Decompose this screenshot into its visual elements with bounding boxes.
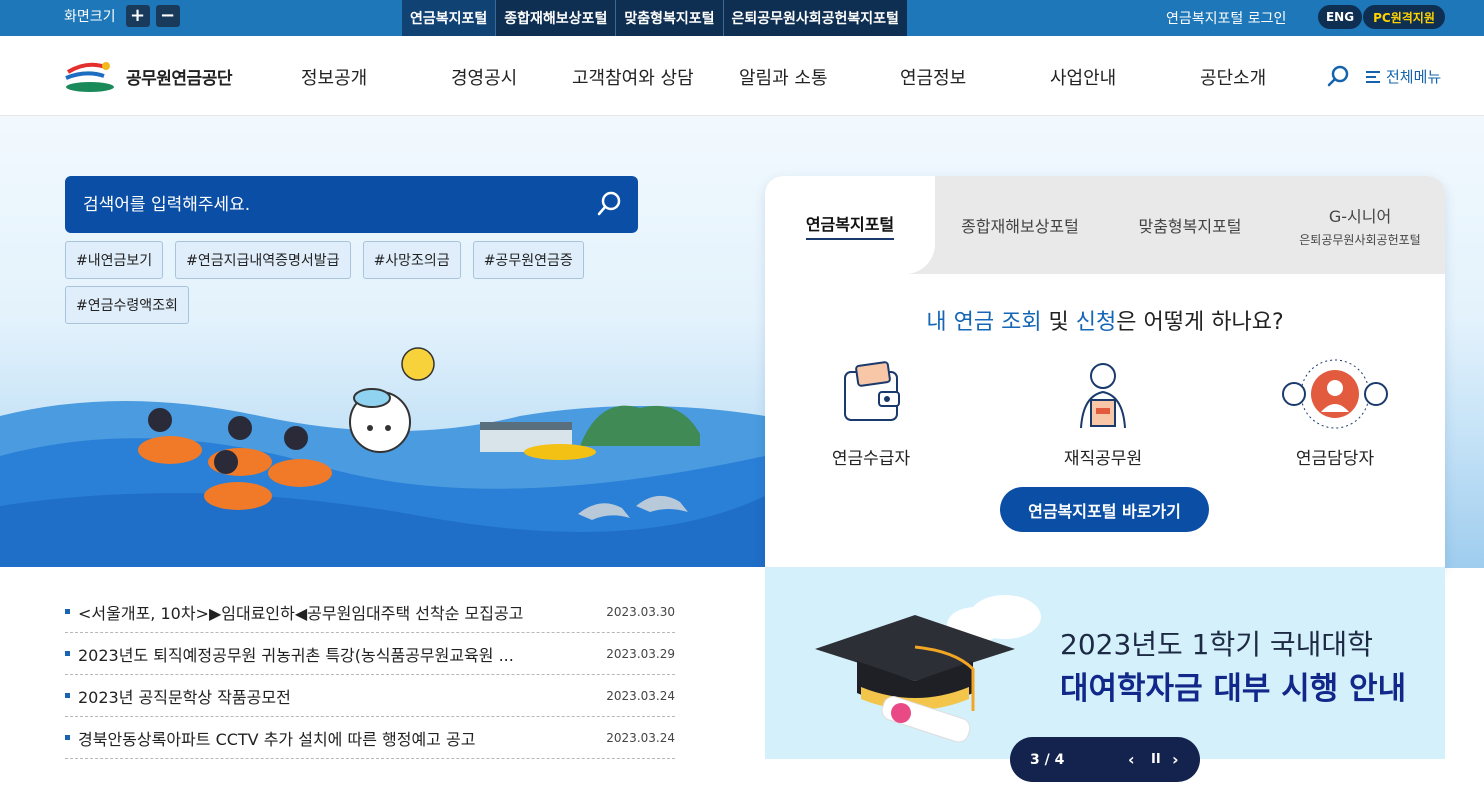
logo-text: 공무원연금공단 [126,68,232,89]
font-size-control: 화면크기 + − [64,5,180,27]
logo[interactable]: 공무원연금공단 [64,58,232,94]
hashtag-condolence[interactable]: #사망조의금 [362,241,461,279]
hashtag-list: #내연금보기 #연금지급내역증명서발급 #사망조의금 #공무원연금증 #연금수령… [65,241,625,324]
pause-icon[interactable]: II [1151,752,1161,767]
main-header: 공무원연금공단 정보공개 경영공시 고객참여와 상담 알림과 소통 연금정보 사… [0,36,1484,116]
search-icon[interactable] [1326,64,1350,88]
hashtag-my-pension[interactable]: #내연금보기 [65,241,164,279]
news-item[interactable]: 경북안동상록아파트 CCTV 추가 설치에 따른 행정예고 공고 2023.03… [65,717,675,759]
english-button[interactable]: ENG [1318,5,1362,29]
bullet-icon [65,693,70,698]
link-pension-manager[interactable]: 연금담당자 [1255,356,1415,469]
search-icon[interactable] [595,190,623,218]
hashtag-pension-card[interactable]: #공무원연금증 [472,241,584,279]
icon-label: 연금담당자 [1295,449,1375,469]
portal-link-retired-social[interactable]: 은퇴공무원사회공헌복지포털 [724,0,907,36]
go-pension-portal-button[interactable]: 연금복지포털 바로가기 [1000,487,1209,532]
tab-label: 연금복지포털 [805,211,895,240]
icon-label: 재직공무원 [1063,449,1143,469]
all-menu-button[interactable]: 전체메뉴 [1366,66,1441,87]
question-highlight: 내 연금 조회 [926,310,1042,335]
portal-card: 연금복지포털 종합재해보상포털 맞춤형복지포털 G-시니어 은퇴공무원사회공헌포… [765,176,1445,568]
news-date: 2023.03.29 [606,646,675,661]
banner-pager: 3 / 4 ‹ II › [1010,737,1200,782]
question-text: 은 어떻게 하나요? [1116,310,1284,335]
prev-icon[interactable]: ‹ [1128,750,1135,769]
news-title: 2023년도 퇴직예정공무원 귀농귀촌 특강(농식품공무원교육원 ... [78,645,514,665]
news-list: <서울개포, 10차>▶임대료인하◀공무원임대주택 선착순 모집공고 2023.… [0,567,765,785]
hashtag-payment-certificate[interactable]: #연금지급내역증명서발급 [175,241,351,279]
all-menu-label: 전체메뉴 [1386,68,1442,86]
news-item[interactable]: <서울개포, 10차>▶임대료인하◀공무원임대주택 선착순 모집공고 2023.… [65,591,675,633]
font-size-increase-button[interactable]: + [125,5,150,27]
logo-icon [65,62,114,92]
promo-banner[interactable]: 2023년도 1학기 국내대학 대여학자금 대부 시행 안내 [765,567,1445,759]
bullet-icon [65,651,70,656]
bullet-icon [65,609,70,614]
portal-login-link[interactable]: 연금복지포털 로그인 [1166,8,1286,28]
graduation-cap-icon [815,595,1041,743]
news-title: <서울개포, 10차>▶임대료인하◀공무원임대주택 선착순 모집공고 [78,603,524,623]
official-person-icon [1080,363,1126,429]
tab-custom-welfare[interactable]: 맞춤형복지포털 [1105,176,1275,274]
portal-tabs: 연금복지포털 종합재해보상포털 맞춤형복지포털 G-시니어 은퇴공무원사회공헌포… [765,176,1445,274]
menu-news[interactable]: 알림과 소통 [739,64,828,90]
menu-icon [1366,70,1380,83]
menu-customer[interactable]: 고객참여와 상담 [572,64,694,90]
tab-disaster-compensation[interactable]: 종합재해보상포털 [935,176,1105,274]
portal-link-pension-welfare[interactable]: 연금복지포털 [402,0,497,36]
icon-label: 연금수급자 [831,449,911,469]
bullet-icon [65,735,70,740]
portal-link-custom-welfare[interactable]: 맞춤형복지포털 [616,0,724,36]
news-title: 2023년 공직문학상 작품공모전 [78,687,291,707]
wallet-icon [844,361,900,421]
question-highlight: 신청 [1075,310,1117,335]
menu-management-disclosure[interactable]: 경영공시 [451,64,517,90]
search-input[interactable] [83,192,563,218]
tab-label: G-시니어 [1328,206,1392,226]
portal-link-disaster-compensation[interactable]: 종합재해보상포털 [496,0,617,36]
news-item[interactable]: 2023년 공직문학상 작품공모전 2023.03.24 [65,675,675,717]
remote-support-button[interactable]: PC원격지원 [1363,5,1445,29]
menu-about[interactable]: 공단소개 [1200,64,1266,90]
tab-label: 종합재해보상포털 [961,217,1079,236]
question-text: 및 [1041,310,1076,335]
menu-info-disclosure[interactable]: 정보공개 [301,64,367,90]
manager-group-icon [1282,359,1388,429]
news-date: 2023.03.30 [606,604,675,619]
portal-links: 연금복지포털 종합재해보상포털 맞춤형복지포털 은퇴공무원사회공헌복지포털 [402,0,907,36]
banner-line2: 대여학자금 대부 시행 안내 [1060,671,1407,707]
menu-pension-info[interactable]: 연금정보 [900,64,966,90]
link-active-official[interactable]: 재직공무원 [1023,356,1183,469]
next-icon[interactable]: › [1172,750,1179,769]
top-utility-bar: 화면크기 + − 연금복지포털 종합재해보상포털 맞춤형복지포털 은퇴공무원사회… [0,0,1484,36]
font-size-decrease-button[interactable]: − [155,5,180,27]
page-indicator: 3 / 4 [1030,751,1065,768]
font-size-label: 화면크기 [64,9,116,25]
banner-line1: 2023년도 1학기 국내대학 [1060,628,1373,661]
news-date: 2023.03.24 [606,688,675,703]
portal-question: 내 연금 조회 및 신청은 어떻게 하나요? [765,304,1445,336]
news-item[interactable]: 2023년도 퇴직예정공무원 귀농귀촌 특강(농식품공무원교육원 ... 202… [65,633,675,675]
tab-sublabel: 은퇴공무원사회공헌포털 [1299,232,1421,247]
tab-g-senior[interactable]: G-시니어 은퇴공무원사회공헌포털 [1275,176,1445,274]
menu-business[interactable]: 사업안내 [1050,64,1116,90]
tab-pension-welfare[interactable]: 연금복지포털 [765,176,935,274]
search-box [65,176,638,233]
hashtag-pension-amount[interactable]: #연금수령액조회 [65,286,189,324]
tab-label: 맞춤형복지포털 [1138,217,1242,236]
news-date: 2023.03.24 [606,730,675,745]
news-title: 경북안동상록아파트 CCTV 추가 설치에 따른 행정예고 공고 [78,729,476,749]
link-pension-recipient[interactable]: 연금수급자 [791,356,951,469]
